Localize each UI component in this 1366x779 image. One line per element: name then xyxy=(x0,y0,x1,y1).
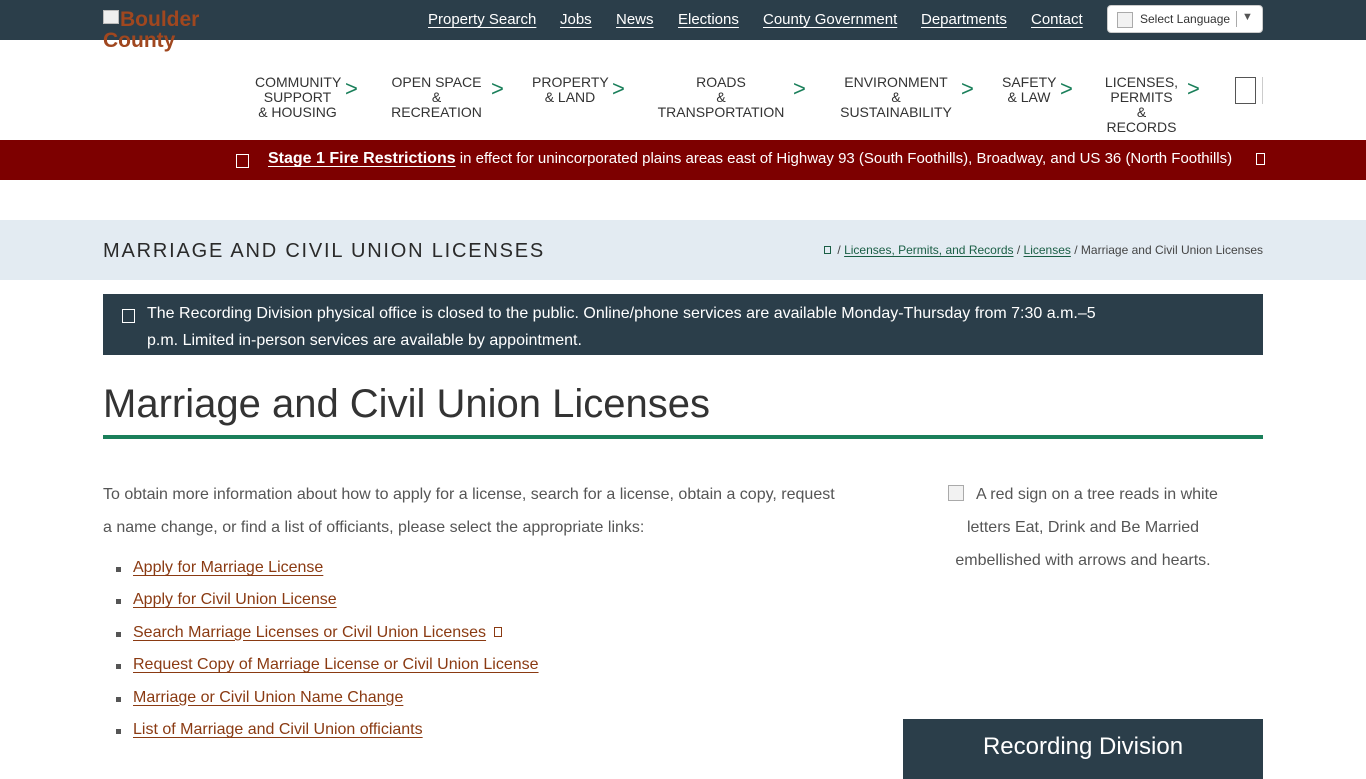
close-alert-icon[interactable] xyxy=(1256,153,1265,165)
nav-item-safety-law[interactable]: Safety & Law > xyxy=(1002,74,1073,105)
top-link-property-search[interactable]: Property Search xyxy=(428,11,536,28)
list-item: Request Copy of Marriage License or Civi… xyxy=(103,653,803,685)
chevron-right-icon: > xyxy=(1060,76,1073,101)
nav-item-community-support[interactable]: Community Support & Housing > xyxy=(255,74,358,120)
top-link-contact[interactable]: Contact xyxy=(1031,11,1083,28)
nav-item-line: & Law xyxy=(1007,89,1051,105)
nav-item-line: Community xyxy=(255,74,342,90)
chevron-right-icon: > xyxy=(1187,76,1200,101)
chevron-right-icon: > xyxy=(345,76,358,101)
bullet xyxy=(116,664,121,670)
search-licenses-link[interactable]: Search Marriage Licenses or Civil Union … xyxy=(133,623,503,642)
info-icon xyxy=(122,309,135,323)
officiants-list-link[interactable]: List of Marriage and Civil Union officia… xyxy=(133,721,423,739)
name-change-link[interactable]: Marriage or Civil Union Name Change xyxy=(133,689,403,707)
heading-underline xyxy=(103,435,1263,439)
nav-item-line: Open Space xyxy=(391,74,482,90)
recording-division-title: Recording Division xyxy=(982,733,1184,760)
main-heading: Marriage and Civil Union Licenses xyxy=(103,382,710,426)
nav-item-line: & Housing xyxy=(258,104,337,120)
nav-item-line: & Recreation xyxy=(391,89,482,120)
nav-item-line: & Land xyxy=(544,89,596,105)
breadcrumb: / Licenses, Permits, and Records / Licen… xyxy=(824,243,1263,257)
apply-civil-union-license-link[interactable]: Apply for Civil Union License xyxy=(133,591,337,609)
language-select[interactable]: Select Language ▼ xyxy=(1107,5,1263,33)
eat-drink-married-image: A red sign on a tree reads in white lett… xyxy=(933,478,1233,577)
nav-item-line: Property xyxy=(532,74,609,90)
breadcrumb-link-licenses-permits-records[interactable]: Licenses, Permits, and Records xyxy=(844,243,1013,257)
request-copy-link[interactable]: Request Copy of Marriage License or Civi… xyxy=(133,656,539,674)
home-icon[interactable] xyxy=(824,246,832,254)
top-link-departments[interactable]: Departments xyxy=(921,11,1007,28)
top-link-jobs[interactable]: Jobs xyxy=(560,11,592,28)
breadcrumb-separator: / xyxy=(1070,243,1081,257)
list-item: List of Marriage and Civil Union officia… xyxy=(103,718,803,750)
recording-division-box: Recording Division xyxy=(903,719,1263,779)
language-select-divider xyxy=(1236,11,1237,27)
broken-image-icon xyxy=(948,485,965,501)
top-link-elections[interactable]: Elections xyxy=(678,11,739,28)
image-alt-text: A red sign on a tree reads in white lett… xyxy=(955,486,1218,569)
alert-link[interactable]: Stage 1 Fire Restrictions xyxy=(268,150,456,167)
nav-item-line: Support xyxy=(263,89,332,105)
page-title: Marriage and Civil Union Licenses xyxy=(103,240,546,262)
nav-item-line: Licenses, xyxy=(1104,74,1179,90)
breadcrumb-current: Marriage and Civil Union Licenses xyxy=(1080,243,1263,257)
nav-item-line: & Records xyxy=(1106,104,1177,135)
alert-text: in effect for unincorporated plains area… xyxy=(455,150,1233,167)
search-licenses-link-text: Search Marriage Licenses or Civil Union … xyxy=(133,623,487,641)
chevron-right-icon: > xyxy=(961,76,974,101)
nav-item-licenses-permits-records[interactable]: Licenses, Permits & Records > xyxy=(1101,74,1200,135)
broken-image-icon xyxy=(103,10,119,24)
chevron-right-icon: > xyxy=(491,76,504,101)
nav-item-line: Environment xyxy=(844,74,948,90)
list-item: Apply for Marriage License xyxy=(103,556,803,588)
nav-item-line: Safety xyxy=(1002,74,1057,90)
nav-item-line: & Sustainability xyxy=(840,89,952,120)
alert-icon xyxy=(236,154,249,168)
breadcrumb-link-licenses[interactable]: Licenses xyxy=(1024,243,1071,257)
list-item: Marriage or Civil Union Name Change xyxy=(103,686,803,718)
chevron-right-icon: > xyxy=(612,76,625,101)
license-links-list: Apply for Marriage License Apply for Civ… xyxy=(103,556,803,750)
breadcrumb-separator: / xyxy=(1013,243,1024,257)
list-item: Apply for Civil Union License xyxy=(103,588,803,620)
apply-marriage-license-link[interactable]: Apply for Marriage License xyxy=(133,559,323,577)
nav-divider xyxy=(1262,77,1263,104)
notice-text: The Recording Division physical office i… xyxy=(147,305,1096,349)
intro-paragraph: To obtain more information about how to … xyxy=(103,486,835,536)
nav-item-environment[interactable]: Environment & Sustainability > xyxy=(835,74,974,120)
site-logo[interactable]: Boulder County xyxy=(103,9,223,57)
bullet xyxy=(116,567,121,572)
list-item: Search Marriage Licenses or Civil Union … xyxy=(103,621,803,653)
bullet xyxy=(116,599,121,605)
nav-item-open-space[interactable]: Open Space & Recreation > xyxy=(386,74,504,120)
alert-message: Stage 1 Fire Restrictions in effect for … xyxy=(268,150,1232,168)
nav-item-line: & Transportation xyxy=(657,89,785,120)
google-translate-icon xyxy=(1117,12,1133,28)
nav-item-line: Roads xyxy=(696,74,746,90)
breadcrumb-separator: / xyxy=(834,243,845,257)
chevron-right-icon: > xyxy=(793,76,806,101)
nav-item-roads-transportation[interactable]: Roads & Transportation > xyxy=(653,74,806,120)
top-link-news[interactable]: News xyxy=(616,11,654,28)
nav-item-line: Permits xyxy=(1110,89,1173,105)
nav-item-property-land[interactable]: Property & Land > xyxy=(532,74,625,105)
top-link-county-government[interactable]: County Government xyxy=(763,11,897,28)
bullet xyxy=(116,631,121,637)
external-link-icon xyxy=(494,626,503,637)
chevron-down-icon: ▼ xyxy=(1242,11,1253,23)
office-notice: The Recording Division physical office i… xyxy=(103,294,1263,355)
language-select-label: Select Language xyxy=(1140,12,1231,26)
fire-alert-banner: Stage 1 Fire Restrictions in effect for … xyxy=(0,140,1366,180)
page-header-band: Marriage and Civil Union Licenses / Lice… xyxy=(0,220,1366,280)
search-toggle-button[interactable] xyxy=(1235,77,1256,104)
bullet xyxy=(116,728,121,734)
bullet xyxy=(116,696,121,702)
